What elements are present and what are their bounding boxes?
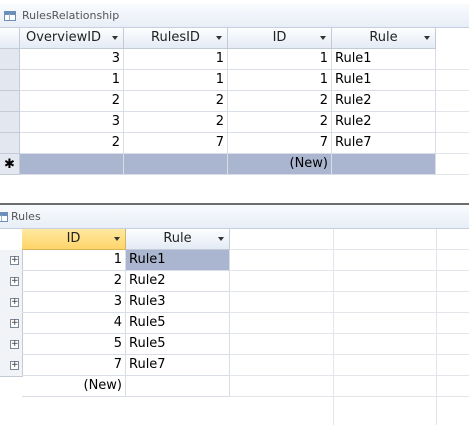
expand-icon[interactable]: + — [10, 277, 19, 286]
grid-line — [230, 375, 469, 376]
rules-relationship-title: RulesRelationship — [22, 9, 120, 22]
table-cell[interactable]: Rule5 — [126, 334, 230, 355]
table-cell[interactable]: 1 — [228, 49, 332, 70]
table-cell[interactable]: 3 — [22, 292, 126, 313]
grid-line — [230, 312, 469, 313]
row-selector[interactable] — [0, 112, 20, 133]
grid-line — [436, 132, 469, 133]
dropdown-arrow-icon[interactable] — [112, 36, 118, 40]
table-cell[interactable]: 3 — [20, 112, 124, 133]
dropdown-arrow-icon[interactable] — [216, 36, 222, 40]
col-header-rule[interactable]: Rule — [126, 229, 230, 250]
table-cell[interactable]: 7 — [124, 133, 228, 154]
table-cell[interactable]: 2 — [228, 112, 332, 133]
table-cell[interactable]: Rule2 — [332, 91, 436, 112]
new-record-icon: ✱ — [4, 157, 15, 172]
table-icon — [0, 212, 8, 222]
select-all-corner[interactable] — [0, 28, 20, 49]
col-header-overviewid[interactable]: OverviewID — [20, 28, 124, 49]
table-cell[interactable]: 2 — [124, 112, 228, 133]
new-record-label[interactable]: (New) — [228, 154, 332, 175]
table-cell[interactable]: Rule1 — [332, 70, 436, 91]
grid-line — [230, 249, 469, 250]
new-record-cell[interactable] — [332, 154, 436, 175]
table-cell[interactable]: Rule7 — [126, 355, 230, 376]
table-cell[interactable]: 3 — [20, 49, 124, 70]
dropdown-arrow-icon[interactable] — [320, 36, 326, 40]
dropdown-arrow-icon[interactable] — [218, 237, 224, 241]
table-cell[interactable]: 1 — [22, 250, 126, 271]
table-cell[interactable]: 5 — [22, 334, 126, 355]
row-selector[interactable] — [0, 70, 20, 91]
rules-relationship-window: RulesRelationship OverviewID RulesID ID … — [0, 0, 469, 205]
expand-icon[interactable]: + — [10, 361, 19, 370]
new-record-cell[interactable] — [124, 154, 228, 175]
expand-column — [0, 250, 23, 377]
expand-icon[interactable]: + — [10, 298, 19, 307]
new-record-row-selector[interactable]: ✱ — [0, 154, 20, 175]
table-cell[interactable]: 2 — [124, 91, 228, 112]
col-header-id-label: ID — [66, 231, 81, 246]
rules-window: Rules ID Rule + 1 Rule1 + 2 Rule2 + 3 Ru… — [0, 205, 469, 425]
col-header-rulesid[interactable]: RulesID — [124, 28, 228, 49]
row-selector[interactable] — [0, 133, 20, 154]
table-cell[interactable]: Rule2 — [332, 112, 436, 133]
grid-line — [230, 291, 469, 292]
table-cell[interactable]: 7 — [228, 133, 332, 154]
table-cell[interactable]: 2 — [228, 91, 332, 112]
table-cell[interactable]: 1 — [228, 70, 332, 91]
col-header-id-label: ID — [272, 30, 287, 45]
grid-line — [230, 396, 469, 397]
col-header-rule-label: Rule — [369, 30, 398, 45]
dropdown-arrow-icon[interactable] — [114, 237, 120, 241]
grid-line — [436, 174, 469, 175]
col-header-id[interactable]: ID — [228, 28, 332, 49]
new-record-cell[interactable] — [126, 376, 230, 397]
row-selector[interactable] — [0, 49, 20, 70]
table-icon — [4, 11, 16, 21]
col-header-rule[interactable]: Rule — [332, 28, 436, 49]
expand-icon[interactable]: + — [10, 340, 19, 349]
table-cell[interactable]: 1 — [20, 70, 124, 91]
table-cell[interactable]: 7 — [22, 355, 126, 376]
table-cell[interactable]: 1 — [124, 49, 228, 70]
expand-icon[interactable]: + — [10, 256, 19, 265]
table-cell[interactable]: 2 — [22, 271, 126, 292]
table-cell[interactable]: Rule2 — [126, 271, 230, 292]
table-cell[interactable]: Rule1 — [332, 49, 436, 70]
grid-line — [436, 153, 469, 154]
row-selector[interactable] — [0, 91, 20, 112]
table-cell[interactable]: Rule5 — [126, 313, 230, 334]
expand-icon[interactable]: + — [10, 319, 19, 328]
dropdown-arrow-icon[interactable] — [424, 36, 430, 40]
grid-line — [436, 111, 469, 112]
table-cell[interactable]: 4 — [22, 313, 126, 334]
grid-line — [230, 354, 469, 355]
col-header-overviewid-label: OverviewID — [26, 30, 102, 45]
rules-title-bar: Rules — [0, 205, 469, 229]
grid-line — [436, 69, 469, 70]
grid-line — [333, 229, 334, 425]
table-cell[interactable]: Rule3 — [126, 292, 230, 313]
col-header-rulesid-label: RulesID — [151, 30, 200, 45]
grid-line — [230, 270, 469, 271]
new-record-cell[interactable] — [20, 154, 124, 175]
selected-cell[interactable]: Rule1 — [126, 250, 230, 271]
rules-relationship-title-bar: RulesRelationship — [0, 4, 469, 28]
table-cell[interactable]: 2 — [20, 133, 124, 154]
rules-title: Rules — [11, 210, 41, 223]
table-cell[interactable]: 2 — [20, 91, 124, 112]
col-header-id[interactable]: ID — [22, 229, 126, 250]
grid-line — [230, 333, 469, 334]
col-header-rule-label: Rule — [163, 231, 192, 246]
new-record-label[interactable]: (New) — [22, 376, 126, 397]
table-cell[interactable]: 1 — [124, 70, 228, 91]
grid-line — [436, 90, 469, 91]
table-cell[interactable]: Rule7 — [332, 133, 436, 154]
grid-line — [436, 229, 437, 425]
